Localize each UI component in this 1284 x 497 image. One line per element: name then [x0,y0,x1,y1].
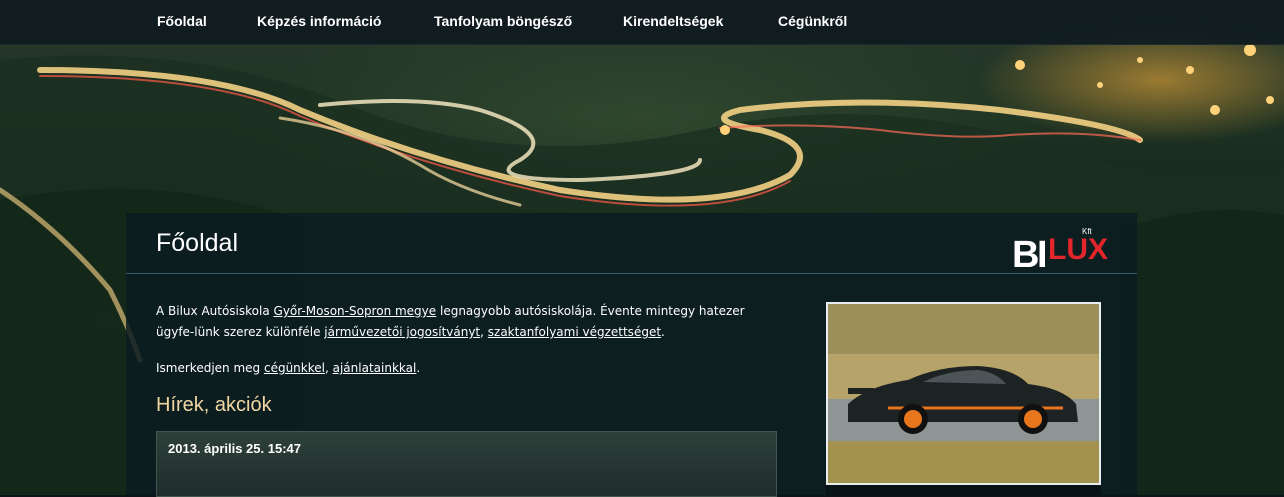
intro-text-segment: A Bilux Autósiskola [156,304,274,318]
nav-item-tanfolyam-bongeszo[interactable]: Tanfolyam böngésző [434,0,572,44]
logo-letter-b: B [1012,234,1039,271]
photo-shadow [826,485,1101,495]
link-gyor-moson-sopron[interactable]: Győr-Moson-Sopron megye [274,304,437,318]
nav-item-kepzes-informacio[interactable]: Képzés információ [257,0,381,44]
bilux-logo-mark: B I LUX Kft [1012,227,1108,276]
link-ajanlatainkkal[interactable]: ajánlatainkkal [333,361,417,375]
link-szaktanfolyami-vegzettseg[interactable]: szaktanfolyami végzettséget [488,325,661,339]
top-navigation: Főoldal Képzés információ Tanfolyam böng… [0,0,1284,45]
intro-paragraph-1: A Bilux Autósiskola Győr-Moson-Sopron me… [156,301,776,343]
intro-text-segment: , [480,325,488,339]
news-item-date: 2013. április 25. 15:47 [168,441,301,456]
intro-text-segment: Ismerkedjen meg [156,361,264,375]
nav-item-cegunkrol[interactable]: Cégünkről [778,0,847,44]
intro-text: A Bilux Autósiskola Győr-Moson-Sopron me… [156,301,776,379]
news-section-title: Hírek, akciók [156,394,272,416]
logo-letter-i: I [1037,234,1048,271]
news-item[interactable]: 2013. április 25. 15:47 [156,431,777,497]
panel-header: Főoldal B I LUX Kft [126,213,1137,276]
nav-item-kirendeltsegek[interactable]: Kirendeltségek [623,0,723,44]
race-car-image [828,304,1099,483]
featured-car-photo [826,302,1101,485]
bilux-logo[interactable]: B I LUX Kft [1010,223,1110,276]
main-content-panel: Főoldal B I LUX Kft A Bilux Autósiskola … [126,213,1137,497]
intro-text-segment: . [416,361,421,375]
intro-text-segment: , [324,361,333,375]
link-cegunkkel[interactable]: cégünkkel [264,361,325,375]
link-jarmuvezetoi-jogositvany[interactable]: járművezetői jogosítványt [324,325,480,339]
nav-item-fooldal[interactable]: Főoldal [157,0,207,44]
logo-suffix: Kft [1082,227,1093,236]
intro-paragraph-2: Ismerkedjen meg cégünkkel, ajánlatainkka… [156,358,776,379]
page-title: Főoldal [156,229,238,257]
logo-word-lux: LUX [1048,233,1108,266]
intro-text-segment: . [661,325,665,339]
